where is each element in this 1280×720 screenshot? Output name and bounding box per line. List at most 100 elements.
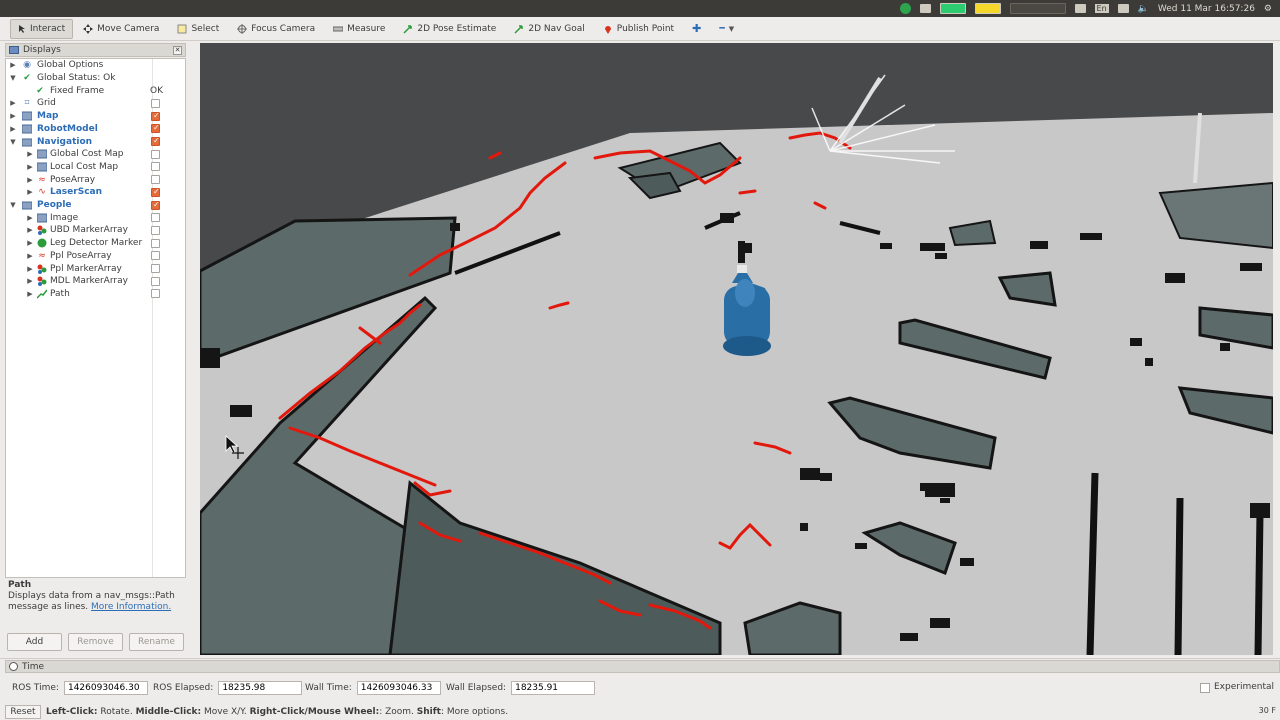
power-indicator-icon[interactable]	[974, 3, 1001, 14]
local-cost-map-checkbox[interactable]	[151, 162, 160, 172]
volume-icon[interactable]: 🔈	[1138, 4, 1149, 14]
tree-item-grid[interactable]: ▶ ⌗ Grid	[6, 97, 185, 110]
ppl-pose-array-checkbox[interactable]	[151, 251, 160, 261]
3d-render-view[interactable]	[200, 43, 1273, 655]
rviz-toolbar: Interact Move Camera Select Focus Camera…	[0, 17, 1280, 41]
robot-model-icon	[22, 124, 32, 134]
map-checkbox[interactable]	[151, 111, 160, 121]
remove-button[interactable]: Remove	[68, 633, 123, 651]
tool-publish-point[interactable]: Publish Point	[597, 19, 682, 39]
expand-arrow-icon[interactable]: ▶	[26, 226, 34, 234]
global-cost-map-checkbox[interactable]	[151, 149, 160, 159]
collapse-arrow-icon[interactable]: ▼	[9, 201, 17, 209]
collapse-arrow-icon[interactable]: ▼	[9, 74, 17, 82]
wall-line	[1254, 512, 1264, 655]
tool-measure[interactable]: Measure	[327, 19, 393, 39]
keyboard-language[interactable]: En	[1094, 4, 1109, 13]
tree-item-global-status[interactable]: ▼ ✔ Global Status: Ok	[6, 72, 185, 85]
expand-arrow-icon[interactable]: ▶	[9, 112, 17, 120]
expand-arrow-icon[interactable]: ▶	[9, 99, 17, 107]
focus-camera-icon	[237, 23, 248, 34]
tree-item-laser-scan[interactable]: ▶ ∿ LaserScan	[6, 186, 185, 199]
expand-arrow-icon[interactable]: ▶	[26, 150, 34, 158]
tree-item-pose-array[interactable]: ▶ ≈ PoseArray	[6, 173, 185, 186]
image-checkbox[interactable]	[151, 213, 160, 223]
expand-arrow-icon[interactable]: ▶	[26, 176, 34, 184]
tree-item-global-options[interactable]: ▶ ◉ Global Options	[6, 59, 185, 72]
tree-item-ppl-pose-array[interactable]: ▶ ≈ Ppl PoseArray	[6, 250, 185, 263]
tree-item-map[interactable]: ▶ Map	[6, 110, 185, 123]
hint-text: Rotate.	[97, 707, 136, 717]
spotify-icon[interactable]	[899, 3, 911, 14]
network-arrows-icon[interactable]	[1074, 4, 1086, 13]
tool-move-camera[interactable]: Move Camera	[77, 19, 167, 39]
add-tool-button[interactable]: ✚	[686, 19, 709, 39]
collapse-arrow-icon[interactable]: ▼	[9, 138, 17, 146]
expand-arrow-icon[interactable]: ▶	[26, 214, 34, 222]
tree-item-label: Global Status: Ok	[37, 73, 116, 84]
pose-array-checkbox[interactable]	[151, 175, 160, 185]
tree-item-path[interactable]: ▶ Path	[6, 288, 185, 301]
tree-item-ppl-marker-array[interactable]: ▶ Ppl MarkerArray	[6, 262, 185, 275]
tree-item-label: Ppl PoseArray	[50, 250, 112, 261]
help-title: Path	[8, 580, 32, 590]
grid-checkbox[interactable]	[151, 98, 160, 108]
gear-icon[interactable]: ⚙	[1264, 4, 1272, 14]
path-checkbox[interactable]	[151, 289, 160, 299]
tool-interact[interactable]: Interact	[10, 18, 74, 39]
wall-time-field[interactable]	[356, 681, 441, 695]
tool-2d-pose-estimate-label: 2D Pose Estimate	[417, 23, 497, 34]
tree-item-fixed-frame[interactable]: ✔ Fixed Frame OK	[6, 84, 185, 97]
tree-item-image[interactable]: ▶ Image	[6, 211, 185, 224]
tree-item-global-cost-map[interactable]: ▶ Global Cost Map	[6, 148, 185, 161]
remove-tool-button[interactable]: ━ ▼	[713, 19, 742, 39]
displays-panel: Displays ✕ ▶ ◉ Global Options ▼ ✔ Global…	[5, 43, 186, 655]
clock[interactable]: Wed 11 Mar 16:57:26	[1158, 4, 1255, 14]
experimental-checkbox[interactable]	[1200, 683, 1210, 693]
expand-arrow-icon[interactable]: ▶	[9, 125, 17, 133]
battery-indicator-icon[interactable]	[939, 3, 966, 14]
expand-arrow-icon[interactable]: ▶	[26, 188, 34, 196]
expand-arrow-icon[interactable]: ▶	[26, 290, 34, 298]
dropbox-icon[interactable]	[919, 4, 931, 13]
expand-arrow-icon[interactable]: ▶	[26, 239, 34, 247]
tree-item-local-cost-map[interactable]: ▶ Local Cost Map	[6, 161, 185, 174]
wall-elapsed-field[interactable]	[511, 681, 596, 695]
navigation-checkbox[interactable]	[151, 136, 160, 147]
tool-focus-camera[interactable]: Focus Camera	[231, 19, 323, 39]
expand-arrow-icon[interactable]: ▶	[26, 277, 34, 285]
robot-model-checkbox[interactable]	[151, 123, 160, 134]
tree-item-leg-detector-marker[interactable]: ▶ Leg Detector Marker	[6, 237, 185, 250]
path-icon	[37, 289, 47, 299]
people-checkbox[interactable]	[151, 200, 160, 210]
close-panel-button[interactable]: ✕	[173, 45, 182, 55]
tree-item-ubd-marker-array[interactable]: ▶ UBD MarkerArray	[6, 224, 185, 237]
laser-scan-checkbox[interactable]	[151, 187, 160, 197]
tool-2d-nav-goal[interactable]: 2D Nav Goal	[508, 19, 592, 39]
add-button[interactable]: Add	[7, 633, 62, 651]
leg-detector-marker-checkbox[interactable]	[151, 238, 160, 248]
expand-arrow-icon[interactable]: ▶	[26, 163, 34, 171]
mdl-marker-array-checkbox[interactable]	[151, 276, 160, 286]
expand-arrow-icon[interactable]: ▶	[26, 252, 34, 260]
mail-icon[interactable]	[1117, 4, 1129, 13]
tool-select[interactable]: Select	[171, 19, 227, 39]
marker-icon	[37, 238, 47, 248]
more-information-link[interactable]: More Information.	[91, 602, 171, 612]
ubd-marker-array-checkbox[interactable]	[151, 225, 160, 235]
tree-item-robot-model[interactable]: ▶ RobotModel	[6, 123, 185, 136]
pose-estimate-icon	[403, 24, 413, 34]
image-icon	[37, 213, 47, 223]
ppl-marker-array-checkbox[interactable]	[151, 264, 160, 274]
reset-button[interactable]: Reset	[5, 705, 41, 719]
tool-2d-pose-estimate[interactable]: 2D Pose Estimate	[397, 19, 504, 39]
ros-elapsed-field[interactable]	[218, 681, 303, 695]
expand-arrow-icon[interactable]: ▶	[26, 265, 34, 273]
rename-button[interactable]: Rename	[129, 633, 184, 651]
tree-item-mdl-marker-array[interactable]: ▶ MDL MarkerArray	[6, 275, 185, 288]
expand-arrow-icon[interactable]: ▶	[9, 61, 17, 69]
displays-title: Displays	[23, 45, 61, 55]
tree-item-navigation[interactable]: ▼ Navigation	[6, 135, 185, 148]
tree-item-people[interactable]: ▼ People	[6, 199, 185, 212]
ros-time-field[interactable]	[63, 681, 148, 695]
